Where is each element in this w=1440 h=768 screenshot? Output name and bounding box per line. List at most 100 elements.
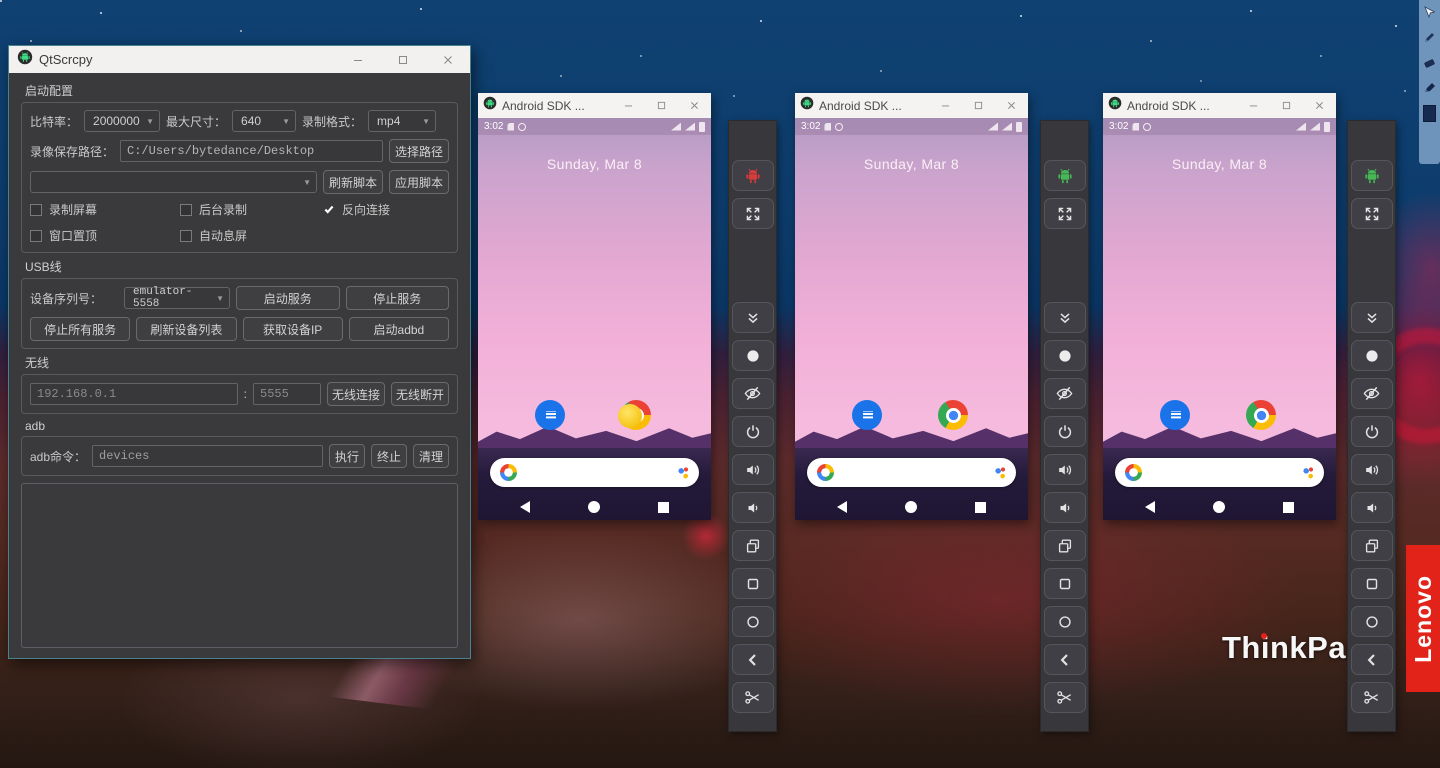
power-button[interactable] [732,416,774,447]
nav-recents-button[interactable] [1283,502,1294,513]
volume-down-button[interactable] [732,492,774,523]
phone-screen[interactable]: 3:02 Sunday, Mar 8 [795,118,1028,520]
nav-recents-button[interactable] [658,502,669,513]
close-button[interactable] [995,93,1028,118]
cursor-icon[interactable] [1423,5,1437,19]
volume-up-button[interactable] [1044,454,1086,485]
volume-up-button[interactable] [1351,454,1393,485]
home-button[interactable] [732,606,774,637]
minimize-button[interactable] [335,46,380,73]
close-button[interactable] [425,46,470,73]
touch-button[interactable] [1044,340,1086,371]
mic-icon[interactable] [1302,466,1314,480]
checkbox-record-screen[interactable]: 录制屏幕 [30,201,180,218]
refresh-script-button[interactable]: 刷新脚本 [323,170,383,194]
checkbox-background-record[interactable]: 后台录制 [180,201,323,218]
screenshot-button[interactable] [1044,682,1086,713]
maximize-button[interactable] [1270,93,1303,118]
eraser-icon[interactable] [1423,55,1437,69]
minimize-button[interactable] [1237,93,1270,118]
adb-stop-button[interactable]: 终止 [371,444,407,468]
maximize-button[interactable] [645,93,678,118]
menu-button[interactable] [732,568,774,599]
mic-icon[interactable] [677,466,689,480]
apply-script-button[interactable]: 应用脚本 [389,170,449,194]
emulator-titlebar[interactable]: Android SDK ... [478,93,711,118]
screen-off-button[interactable] [1044,378,1086,409]
app-switch-button[interactable] [1044,530,1086,561]
app-switch-button[interactable] [732,530,774,561]
mic-icon[interactable] [994,466,1006,480]
minimize-button[interactable] [612,93,645,118]
minimize-button[interactable] [929,93,962,118]
home-button[interactable] [1044,606,1086,637]
wireless-ip-input[interactable] [30,383,238,405]
fullscreen-button[interactable] [1044,198,1086,229]
format-select[interactable]: mp4▼ [368,110,436,132]
expand-notification-button[interactable] [732,302,774,333]
adb-command-input[interactable] [92,445,323,467]
nav-home-button[interactable] [905,501,917,513]
fullscreen-button[interactable] [1351,198,1393,229]
save-path-input[interactable] [120,140,383,162]
get-device-ip-button[interactable]: 获取设备IP [243,317,343,341]
menu-button[interactable] [1044,568,1086,599]
adb-output-console[interactable] [21,483,458,648]
wireless-disconnect-button[interactable]: 无线断开 [391,382,449,406]
group-control-button[interactable] [1351,160,1393,191]
back-button[interactable] [1044,644,1086,675]
max-size-select[interactable]: 640▼ [232,110,296,132]
checkbox-auto-screen-off[interactable]: 自动息屏 [180,227,323,244]
script-select[interactable]: ▼ [30,171,317,193]
volume-up-button[interactable] [732,454,774,485]
power-button[interactable] [1044,416,1086,447]
back-button[interactable] [1351,644,1393,675]
fullscreen-button[interactable] [732,198,774,229]
start-adbd-button[interactable]: 启动adbd [349,317,449,341]
pen-icon[interactable] [1423,30,1437,44]
adb-run-button[interactable]: 执行 [329,444,365,468]
nav-back-button[interactable] [520,501,530,513]
maximize-button[interactable] [380,46,425,73]
checkbox-reverse-connect[interactable]: 反向连接 [323,201,449,218]
group-control-button[interactable] [732,160,774,191]
maximize-button[interactable] [962,93,995,118]
stop-service-button[interactable]: 停止服务 [346,286,450,310]
nav-recents-button[interactable] [975,502,986,513]
messages-app-icon[interactable] [852,400,882,430]
refresh-device-list-button[interactable]: 刷新设备列表 [136,317,236,341]
google-search-bar[interactable] [1115,458,1324,487]
wireless-port-input[interactable] [253,383,321,405]
chrome-app-icon[interactable] [938,400,968,430]
screen-off-button[interactable] [1351,378,1393,409]
close-button[interactable] [1303,93,1336,118]
power-button[interactable] [1351,416,1393,447]
phone-screen[interactable]: 3:02 Sunday, Mar 8 [1103,118,1336,520]
menu-button[interactable] [1351,568,1393,599]
home-button[interactable] [1351,606,1393,637]
wireless-connect-button[interactable]: 无线连接 [327,382,385,406]
messages-app-icon[interactable] [1160,400,1190,430]
expand-notification-button[interactable] [1351,302,1393,333]
nav-back-button[interactable] [1145,501,1155,513]
nav-back-button[interactable] [837,501,847,513]
volume-down-button[interactable] [1351,492,1393,523]
app-switch-button[interactable] [1351,530,1393,561]
checkbox-window-on-top[interactable]: 窗口置顶 [30,227,180,244]
messages-app-icon[interactable] [535,400,565,430]
screen-off-button[interactable] [732,378,774,409]
emulator-titlebar[interactable]: Android SDK ... [795,93,1028,118]
chrome-app-icon[interactable] [1246,400,1276,430]
serial-select[interactable]: emulator-5558▼ [124,287,230,309]
screenshot-button[interactable] [732,682,774,713]
touch-button[interactable] [732,340,774,371]
choose-path-button[interactable]: 选择路径 [389,139,449,163]
back-button[interactable] [732,644,774,675]
volume-down-button[interactable] [1044,492,1086,523]
touch-button[interactable] [1351,340,1393,371]
start-service-button[interactable]: 启动服务 [236,286,340,310]
close-button[interactable] [678,93,711,118]
group-control-button[interactable] [1044,160,1086,191]
google-search-bar[interactable] [807,458,1016,487]
phone-screen[interactable]: 3:02 Sunday, Mar 8 [478,118,711,520]
